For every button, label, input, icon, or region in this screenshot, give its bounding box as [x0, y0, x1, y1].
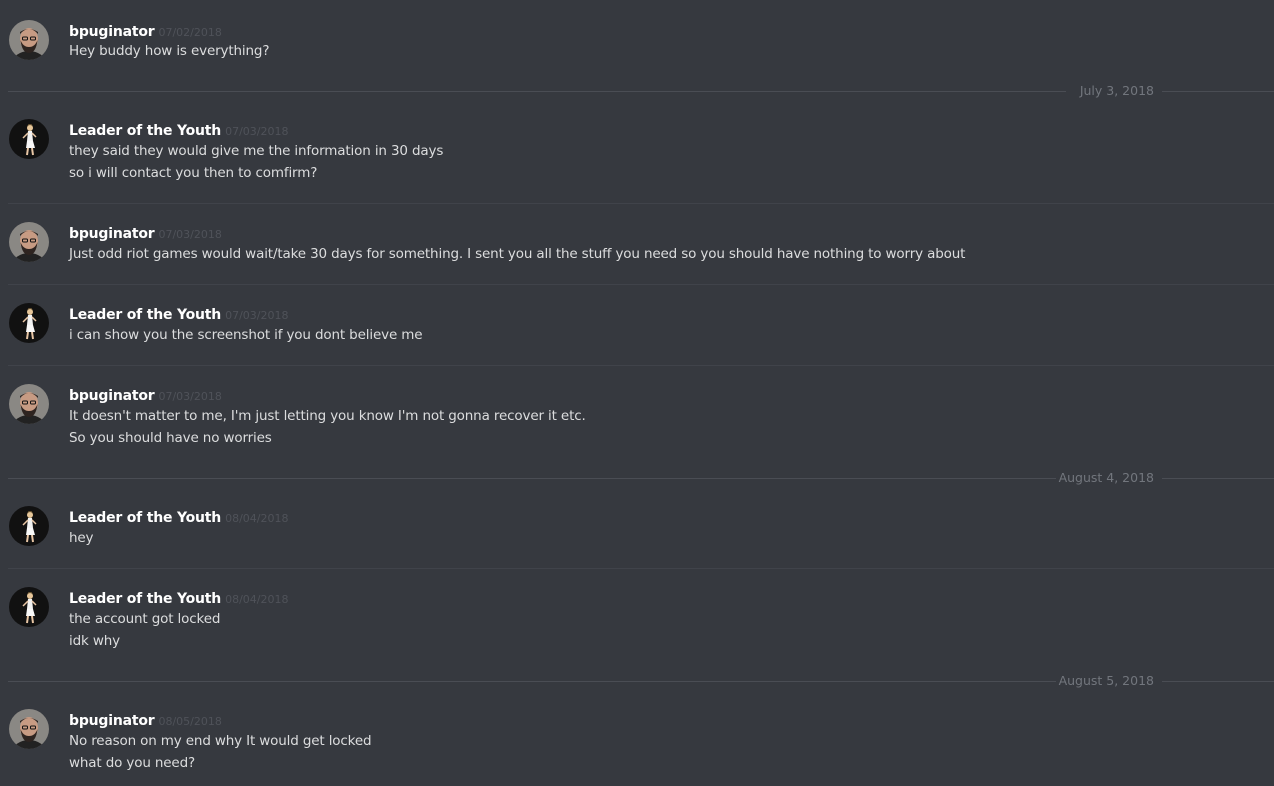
dancer-avatar[interactable] [9, 303, 49, 343]
message-header: bpuginator 07/03/2018 [69, 223, 222, 242]
username[interactable]: bpuginator [69, 226, 155, 242]
username[interactable]: Leader of the Youth [69, 307, 221, 323]
message-text: hey [69, 530, 94, 546]
message-header: Leader of the Youth 07/03/2018 [69, 304, 288, 323]
divider-line [8, 91, 1066, 92]
message-divider [8, 365, 1274, 366]
timestamp: 07/02/2018 [158, 26, 222, 39]
message-text: It doesn't matter to me, I'm just lettin… [69, 408, 586, 424]
message-text: So you should have no worries [69, 430, 272, 446]
chat-messages: bpuginator 07/02/2018 Hey buddy how is ev… [0, 0, 1274, 786]
username[interactable]: Leader of the Youth [69, 591, 221, 607]
message-text: idk why [69, 633, 120, 649]
message-divider [8, 568, 1274, 569]
message-text: what do you need? [69, 755, 196, 771]
message-header: Leader of the Youth 07/03/2018 [69, 120, 288, 139]
message-header: Leader of the Youth 08/04/2018 [69, 588, 288, 607]
username[interactable]: Leader of the Youth [69, 123, 221, 139]
date-label: August 5, 2018 [1058, 673, 1154, 688]
username[interactable]: bpuginator [69, 24, 155, 40]
message-text: so i will contact you then to comfirm? [69, 165, 318, 181]
message-text: Hey buddy how is everything? [69, 43, 270, 59]
date-divider: July 3, 2018 [8, 81, 1274, 101]
dancer-avatar[interactable] [9, 119, 49, 159]
divider-line [1162, 681, 1274, 682]
timestamp: 07/03/2018 [225, 125, 289, 138]
message-header: bpuginator 07/02/2018 [69, 21, 222, 40]
message-divider [8, 284, 1274, 285]
message-text: No reason on my end why It would get loc… [69, 733, 372, 749]
dancer-avatar[interactable] [9, 587, 49, 627]
divider-line [1162, 478, 1274, 479]
timestamp: 08/05/2018 [158, 715, 222, 728]
date-label: July 3, 2018 [1079, 83, 1154, 98]
timestamp: 08/04/2018 [225, 593, 289, 606]
divider-line [1162, 91, 1274, 92]
username[interactable]: bpuginator [69, 388, 155, 404]
divider-line [8, 681, 1056, 682]
timestamp: 07/03/2018 [158, 228, 222, 241]
dancer-avatar[interactable] [9, 506, 49, 546]
username[interactable]: bpuginator [69, 713, 155, 729]
bearded-man-avatar[interactable] [9, 222, 49, 262]
message-text: i can show you the screenshot if you don… [69, 327, 423, 343]
date-divider: August 5, 2018 [8, 671, 1274, 691]
message-divider [8, 203, 1274, 204]
date-label: August 4, 2018 [1058, 470, 1154, 485]
bearded-man-avatar[interactable] [9, 709, 49, 749]
divider-line [8, 478, 1056, 479]
message-text: the account got locked [69, 611, 221, 627]
message-header: bpuginator 08/05/2018 [69, 710, 222, 729]
date-divider: August 4, 2018 [8, 468, 1274, 488]
message-header: bpuginator 07/03/2018 [69, 385, 222, 404]
timestamp: 07/03/2018 [225, 309, 289, 322]
timestamp: 07/03/2018 [158, 390, 222, 403]
timestamp: 08/04/2018 [225, 512, 289, 525]
username[interactable]: Leader of the Youth [69, 510, 221, 526]
message-header: Leader of the Youth 08/04/2018 [69, 507, 288, 526]
message-text: they said they would give me the informa… [69, 143, 444, 159]
message-text: Just odd riot games would wait/take 30 d… [69, 246, 966, 262]
bearded-man-avatar[interactable] [9, 20, 49, 60]
bearded-man-avatar[interactable] [9, 384, 49, 424]
